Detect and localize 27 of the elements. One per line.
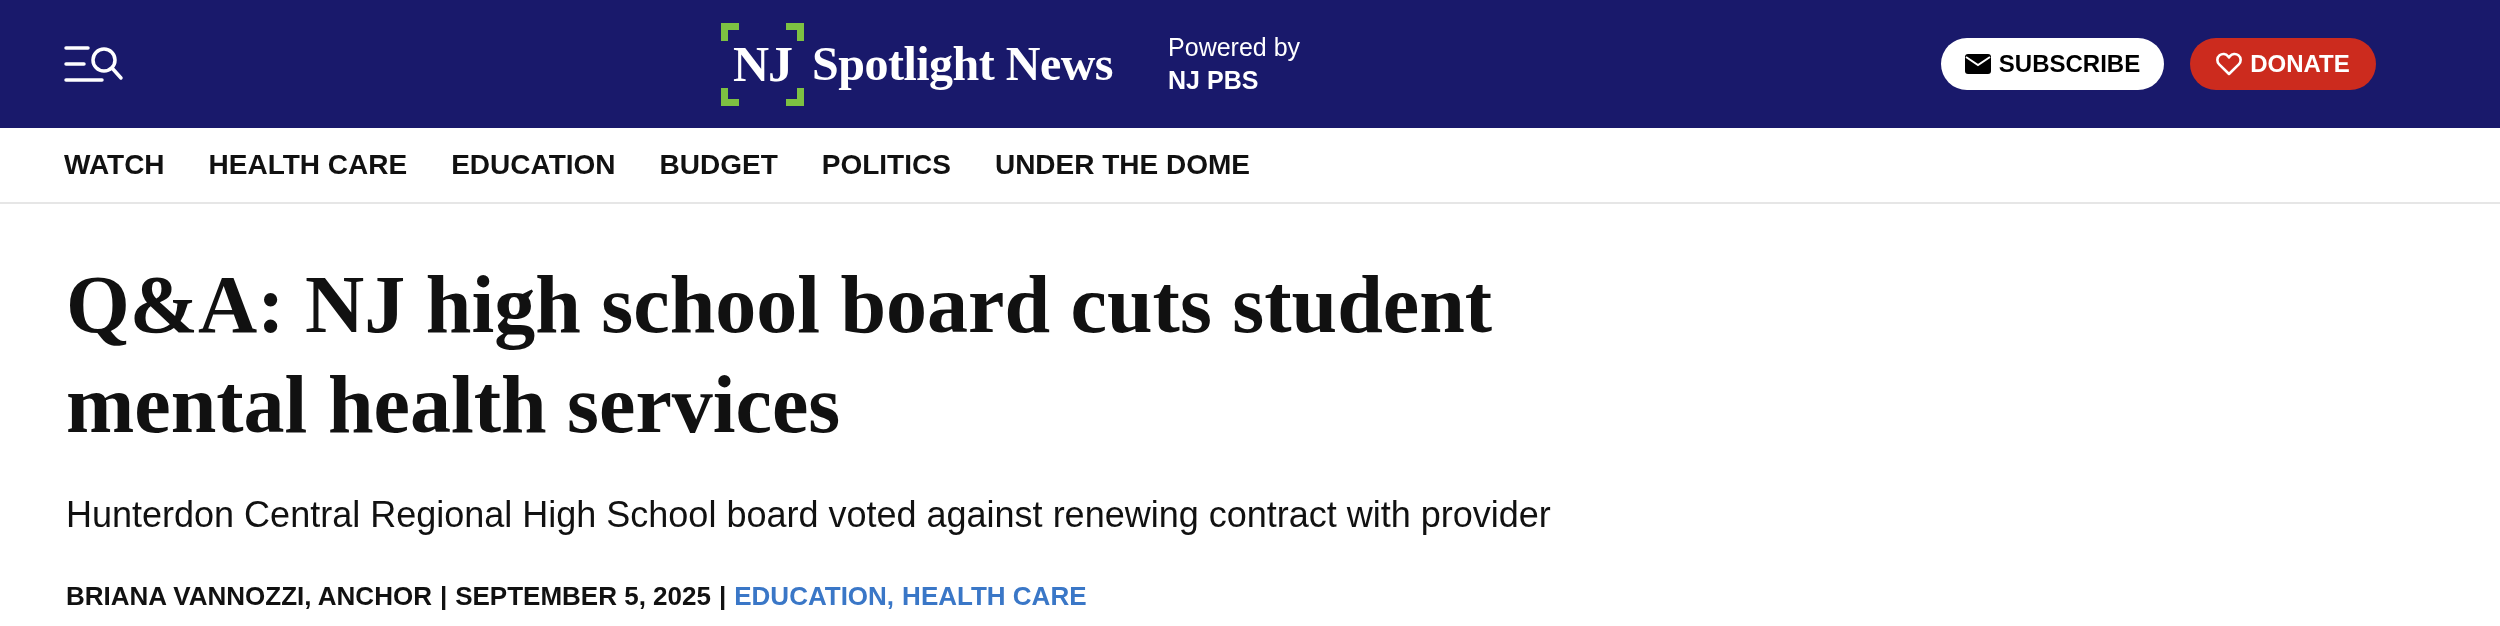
nav-link[interactable]: EDUCATION [451,144,616,186]
publish-date: SEPTEMBER 5, 2025 [455,580,711,612]
envelope-icon [1964,54,1991,74]
corner-bracket-icon [721,87,739,106]
network-name: NJ PBS [1168,65,1260,96]
article-subtitle: Hunterdon Central Regional High School board voted against renewing contract with provider [66,493,1552,537]
article-title: Q&A: NJ high school board cuts student mental health services [66,258,1494,452]
author-name: BRIANA VANNOZZI, ANCHOR [66,580,432,612]
byline-separator: | [718,580,727,612]
logo-wordmark[interactable]: Spotlight News [812,40,1114,88]
corner-bracket-icon [721,22,739,41]
byline-separator: | [439,580,448,612]
donate-button[interactable]: DONATE [2190,38,2376,90]
powered-by-label: Powered by [1168,32,1301,63]
corner-bracket-icon [786,87,804,106]
logo-mark[interactable]: NJ [732,39,793,89]
nav-link[interactable]: HEALTH CARE [208,144,408,186]
nav-link[interactable]: UNDER THE DOME [994,144,1251,186]
subscribe-button[interactable]: SUBSCRIBE [1941,38,2164,90]
nav-link[interactable]: POLITICS [821,144,951,186]
nav-link[interactable]: BUDGET [659,144,778,186]
category-link[interactable]: EDUCATION, [734,580,895,612]
category-link[interactable]: HEALTH CARE [902,580,1087,612]
nav-link[interactable]: WATCH [64,144,165,186]
corner-bracket-icon [786,22,804,41]
menu-search-icon[interactable] [64,44,124,84]
heart-icon [2216,52,2243,76]
